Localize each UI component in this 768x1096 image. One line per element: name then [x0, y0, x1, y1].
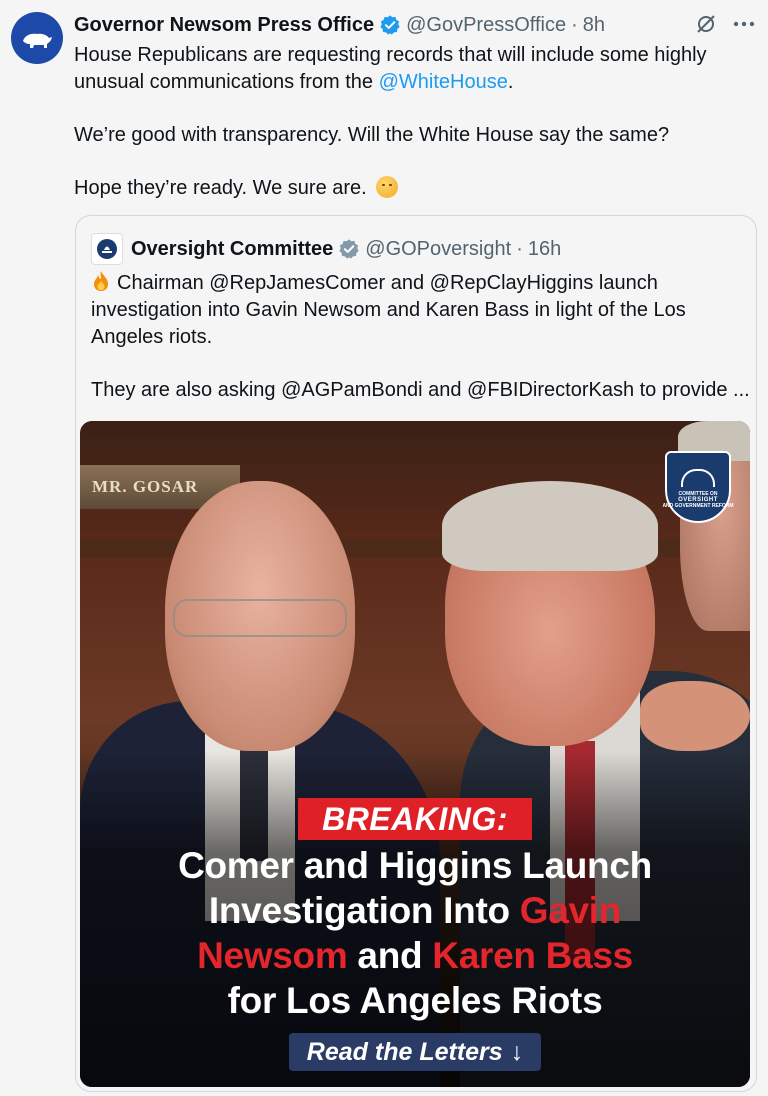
avatar[interactable]: [11, 12, 63, 64]
quoted-paragraph-1: Chairman @RepJamesComer and @RepClayHigg…: [91, 270, 751, 351]
read-the-letters-banner: Read the Letters ↓: [289, 1033, 541, 1071]
quoted-media-image[interactable]: MR. GOSAR COMMITTEE ON OVERSIGHT AND GOV…: [80, 421, 750, 1087]
headline-line-1: Comer and Higgins Launch: [178, 845, 652, 886]
separator-dot: ·: [516, 237, 523, 260]
quoted-tweet[interactable]: Oversight Committee @GOPoversight · 16h …: [75, 215, 757, 1092]
quoted-avatar[interactable]: [91, 233, 123, 265]
image-headline: Comer and Higgins Launch Investigation I…: [80, 843, 750, 1023]
tweet-paragraph-3: Hope they’re ready. We sure are.: [74, 175, 754, 202]
mention-link[interactable]: @WhiteHouse: [379, 71, 508, 93]
down-arrow-icon: ↓: [510, 1037, 524, 1066]
headline-line-3: Newsom and Karen Bass: [80, 933, 750, 978]
handle[interactable]: @GovPressOffice: [406, 14, 566, 37]
quoted-text: Chairman @RepJamesComer and @RepClayHigg…: [91, 270, 751, 404]
tweet-paragraph-2: We’re good with transparency. Will the W…: [74, 124, 670, 146]
quoted-text-segment: Chairman @RepJamesComer and @RepClayHigg…: [91, 272, 686, 348]
quoted-paragraph-2: They are also asking @AGPamBondi and @FB…: [91, 379, 750, 401]
timestamp[interactable]: 8h: [583, 14, 605, 37]
california-bear-icon: [23, 33, 52, 48]
verified-gray-icon: [339, 239, 359, 259]
capitol-dome-icon: [681, 469, 715, 487]
headline-segment: and: [347, 935, 433, 976]
tweet-text-segment: Hope they’re ready. We sure are.: [74, 177, 367, 199]
header-actions: [694, 12, 756, 36]
pointing-hand: [640, 681, 750, 751]
face-with-hand-over-mouth-emoji: [376, 176, 399, 198]
tweet[interactable]: Governor Newsom Press Office @GovPressOf…: [0, 0, 768, 1096]
breaking-label: BREAKING:: [298, 798, 532, 840]
quoted-timestamp[interactable]: 16h: [528, 238, 561, 261]
separator-dot: ·: [571, 13, 578, 36]
headline-red-segment: Newsom: [197, 935, 348, 976]
fire-emoji: [94, 271, 108, 291]
quoted-header: Oversight Committee @GOPoversight · 16h: [91, 233, 561, 265]
verified-badge-icon: [380, 15, 400, 35]
headline-line-4: for Los Angeles Riots: [227, 980, 603, 1021]
person-right-hair: [442, 481, 658, 571]
quoted-handle[interactable]: @GOPoversight: [365, 238, 511, 261]
tweet-header: Governor Newsom Press Office @GovPressOf…: [74, 12, 605, 38]
headline-red-segment: Karen Bass: [432, 935, 633, 976]
headline-segment: Investigation Into: [208, 890, 520, 931]
more-icon[interactable]: [732, 12, 756, 36]
tweet-text: House Republicans are requesting records…: [74, 42, 754, 202]
tweet-paragraph-1: House Republicans are requesting records…: [74, 42, 754, 96]
oversight-badge: COMMITTEE ON OVERSIGHT AND GOVERNMENT RE…: [662, 451, 734, 523]
badge-line-3: AND GOVERNMENT REFORM: [662, 503, 734, 509]
quoted-display-name[interactable]: Oversight Committee: [131, 238, 333, 261]
display-name[interactable]: Governor Newsom Press Office: [74, 14, 374, 37]
capitol-logo-icon: [97, 239, 117, 259]
headline-red-segment: Gavin: [519, 890, 622, 931]
headline-line-2: Investigation Into Gavin: [80, 888, 750, 933]
tweet-text-segment: .: [507, 71, 514, 93]
grok-icon[interactable]: [694, 12, 718, 36]
read-the-letters-label: Read the Letters: [306, 1037, 503, 1066]
glasses: [173, 599, 347, 637]
